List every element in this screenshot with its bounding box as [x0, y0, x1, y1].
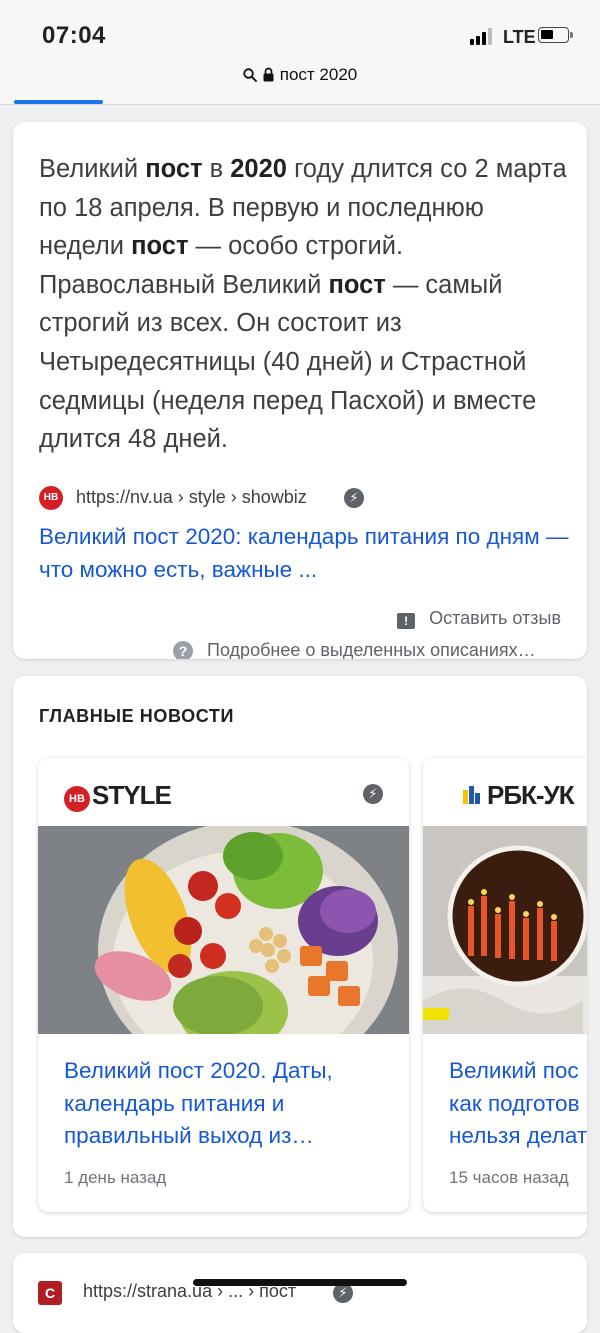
signal-icon — [470, 27, 496, 45]
headline-line: нельзя делат — [449, 1123, 587, 1148]
battery-icon — [538, 27, 569, 43]
featured-snippet-card: Великий пост в 2020 году длится со 2 мар… — [13, 122, 587, 659]
lock-icon — [263, 67, 274, 87]
feedback-button[interactable]: ! Оставить отзыв — [397, 608, 561, 629]
publisher-logo: РБК-УК — [463, 780, 575, 812]
status-time: 07:04 — [42, 22, 106, 49]
nv-favicon-icon: НВ — [39, 486, 63, 510]
strana-favicon-icon: С — [38, 1281, 62, 1305]
news-timestamp: 1 день назад — [64, 1168, 167, 1187]
publisher-name: STYLE — [92, 780, 172, 810]
snippet-keyword: пост — [145, 155, 203, 183]
news-card[interactable]: РБК-УК Великий пос как подготов нельзя д… — [423, 758, 587, 1212]
url-display[interactable]: пост 2020 — [0, 65, 600, 87]
top-stories-heading: ГЛАВНЫЕ НОВОСТИ — [39, 706, 235, 726]
help-icon: ? — [173, 641, 193, 659]
source-url[interactable]: https://nv.ua › style › showbiz — [76, 487, 307, 508]
publisher-name: РБК-УК — [487, 780, 575, 810]
news-headline[interactable]: Великий пос как подготов нельзя делат — [449, 1055, 587, 1153]
status-bar: 07:04 LTE — [0, 0, 600, 60]
battery-tip — [570, 32, 573, 38]
headline-line: как подготов — [449, 1090, 580, 1116]
news-card[interactable]: НВ STYLE ⚡ Великий пост 2020. Даты, кале… — [38, 758, 409, 1212]
news-thumbnail[interactable] — [423, 826, 587, 1034]
publisher-logo: НВ STYLE — [64, 780, 172, 812]
snippet-fragment: в — [202, 155, 231, 183]
about-snippets-label: Подробнее о выделенных описаниях… — [207, 640, 536, 659]
search-icon — [243, 67, 257, 87]
snippet-keyword: пост — [131, 232, 189, 261]
news-headline[interactable]: Великий пост 2020. Даты, календарь питан… — [64, 1055, 384, 1153]
snippet-keyword: пост — [328, 270, 386, 299]
url-text: пост 2020 — [279, 65, 358, 84]
amp-lightning-icon: ⚡ — [344, 488, 364, 508]
news-thumbnail[interactable] — [38, 826, 409, 1034]
about-snippets-link[interactable]: ? Подробнее о выделенных описаниях… — [173, 640, 536, 659]
headline-line: Великий пос — [449, 1058, 579, 1083]
home-indicator[interactable] — [193, 1279, 407, 1286]
tab-indicator — [14, 100, 103, 104]
snippet-keyword: 2020 — [230, 155, 287, 183]
snippet-source[interactable]: НВ https://nv.ua › style › showbiz ⚡ — [39, 485, 569, 511]
news-timestamp: 15 часов назад — [449, 1168, 569, 1187]
amp-lightning-icon: ⚡ — [363, 784, 383, 804]
snippet-text: Великий пост в 2020 году длится со 2 мар… — [39, 150, 569, 459]
amp-lightning-icon: ⚡ — [333, 1283, 353, 1303]
search-result-card[interactable]: С https://strana.ua › ... › пост ⚡ — [13, 1253, 587, 1333]
rbc-logo-icon — [463, 780, 481, 804]
top-stories-card: ГЛАВНЫЕ НОВОСТИ НВ STYLE ⚡ Великий пост … — [13, 676, 587, 1237]
feedback-icon: ! — [397, 613, 416, 629]
nv-logo-icon: НВ — [64, 786, 90, 812]
feedback-label: Оставить отзыв — [429, 608, 561, 628]
snippet-result-link[interactable]: Великий пост 2020: календарь питания по … — [39, 520, 569, 586]
snippet-fragment: Великий — [39, 155, 146, 183]
address-bar[interactable]: пост 2020 — [0, 60, 600, 105]
network-label: LTE — [503, 27, 536, 47]
